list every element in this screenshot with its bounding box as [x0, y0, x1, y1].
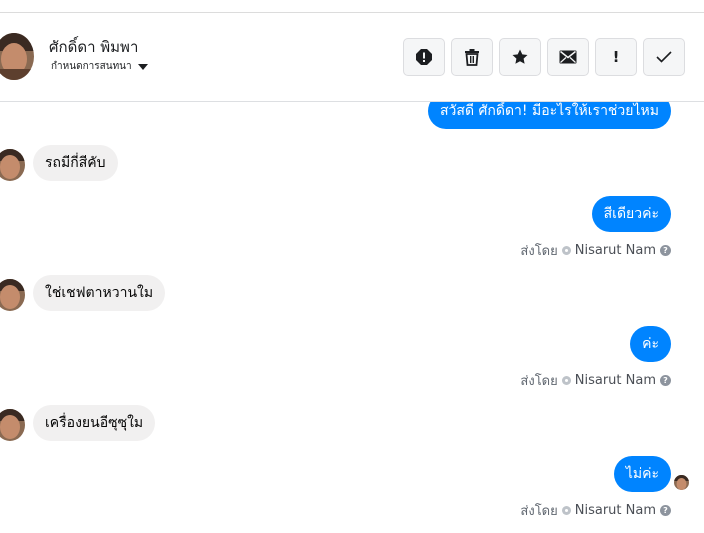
- mark-unread-button[interactable]: [547, 38, 589, 76]
- check-icon: [656, 51, 672, 63]
- message-meta: ส่งโดย Nisarut Nam ?: [520, 500, 671, 521]
- spam-button[interactable]: !: [595, 38, 637, 76]
- sender-name[interactable]: Nisarut Nam: [575, 503, 656, 518]
- sender-name[interactable]: Nisarut Nam: [575, 243, 656, 258]
- sender-avatar[interactable]: [0, 149, 25, 181]
- conversation-schedule-dropdown[interactable]: กำหนดการสนทนา: [51, 59, 148, 74]
- done-button[interactable]: [643, 38, 685, 76]
- message-thread[interactable]: สวัสดี ศักดิ์ดา! มีอะไรให้เราช่วยไหม รถม…: [0, 102, 704, 533]
- star-icon: [512, 49, 528, 64]
- caret-down-icon: [137, 63, 148, 70]
- help-icon[interactable]: ?: [660, 505, 671, 516]
- message-meta: ส่งโดย Nisarut Nam ?: [520, 370, 671, 391]
- message-outgoing[interactable]: ไม่ค่ะ: [613, 456, 671, 492]
- status-dot-icon: [561, 376, 571, 385]
- status-dot-icon: [561, 506, 571, 515]
- sender-avatar[interactable]: [0, 279, 25, 311]
- sender-name[interactable]: Nisarut Nam: [575, 373, 656, 388]
- sender-avatar[interactable]: [0, 409, 25, 441]
- message-incoming[interactable]: ใช่เชฟตาหวานใม: [33, 275, 166, 311]
- contact-avatar[interactable]: [0, 33, 34, 80]
- sent-by-label: ส่งโดย: [520, 244, 558, 259]
- message-incoming[interactable]: เครื่องยนอีซุซุใม: [33, 405, 156, 441]
- help-icon[interactable]: ?: [660, 375, 671, 386]
- exclamation-circle-icon: [416, 49, 432, 65]
- exclamation-icon: !: [612, 48, 620, 66]
- contact-name: ศักดิ์ดา พิมพา: [49, 38, 139, 56]
- message-meta: ส่งโดย Nisarut Nam ?: [520, 240, 671, 261]
- message-incoming[interactable]: รถมีกี่สีคับ: [33, 145, 118, 181]
- conversation-header: ศักดิ์ดา พิมพา กำหนดการสนทนา !: [0, 13, 704, 102]
- message-outgoing[interactable]: สวัสดี ศักดิ์ดา! มีอะไรให้เราช่วยไหม: [428, 102, 671, 129]
- star-button[interactable]: [499, 38, 541, 76]
- message-outgoing[interactable]: ค่ะ: [630, 326, 671, 362]
- trash-icon: [465, 49, 479, 66]
- delete-button[interactable]: [451, 38, 493, 76]
- status-dot-icon: [561, 246, 571, 255]
- help-icon[interactable]: ?: [660, 245, 671, 256]
- sent-by-label: ส่งโดย: [520, 504, 558, 519]
- seen-avatar: [674, 475, 689, 490]
- top-strip: [0, 0, 704, 13]
- sent-by-label: ส่งโดย: [520, 374, 558, 389]
- envelope-icon: [559, 50, 577, 64]
- message-outgoing[interactable]: สีเดียวค่ะ: [591, 196, 671, 232]
- conversation-schedule-label: กำหนดการสนทนา: [51, 61, 132, 72]
- header-actions: !: [403, 38, 685, 76]
- alert-button[interactable]: [403, 38, 445, 76]
